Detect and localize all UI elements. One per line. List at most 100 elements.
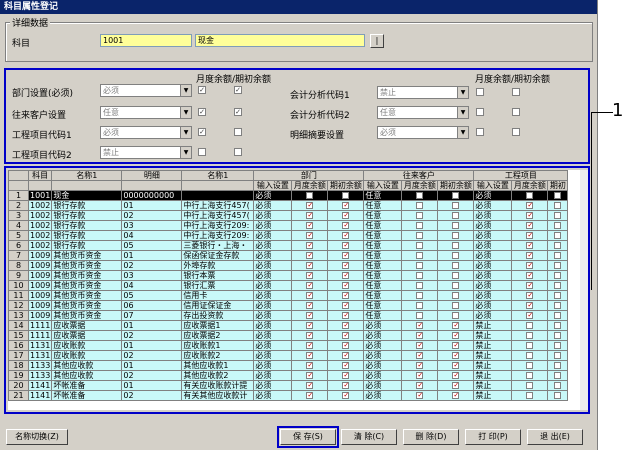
customer-input-cell[interactable]: 任意 [363,250,403,261]
detail-name-cell[interactable]: 信用证保证金 [181,300,255,311]
grid-checkbox[interactable]: ✓ [526,281,534,289]
dept-monthly-cell[interactable]: ✓ [291,380,329,391]
dept-input-cell[interactable]: 必须 [253,190,293,201]
table-row[interactable]: 7 1009 其他货币资金 01 保函保证金存款 必须 ✓ ✓ 任意 必须 ✓ [8,250,569,261]
grid-checkbox[interactable] [554,351,562,359]
dept-input-cell[interactable]: 必须 [253,270,293,281]
subject-code-cell[interactable]: 1009 [27,270,53,281]
summary-setting-select[interactable]: 必须 ▼ [377,126,469,139]
customer-input-cell[interactable]: 必须 [363,350,403,361]
subject-name-cell[interactable]: 其他货币资金 [51,260,123,271]
grid-checkbox[interactable]: ✓ [452,331,460,339]
subject-name-cell[interactable]: 银行存款 [51,240,123,251]
grid-checkbox[interactable]: ✓ [306,251,314,259]
table-row[interactable]: 6 1002 银行存款 05 三菱银行・上海・ 必须 ✓ ✓ 任意 必须 ✓ [8,240,569,251]
customer-monthly-cell[interactable] [401,310,439,321]
detail-code-cell[interactable]: 02 [121,210,183,221]
customer-monthly-cell[interactable]: ✓ [401,330,439,341]
table-row[interactable]: 5 1002 银行存款 04 中行上海支行209: 必须 ✓ ✓ 任意 必须 ✓ [8,230,569,241]
dept-opening-cell[interactable]: ✓ [327,280,365,291]
project-opening-cell[interactable] [547,290,569,301]
detail-name-cell[interactable]: 其他应收款1 [181,360,255,371]
project-opening-cell[interactable] [547,250,569,261]
grid-checkbox[interactable]: ✓ [416,361,424,369]
customer-opening-cell[interactable]: ✓ [437,360,475,371]
dept-input-cell[interactable]: 必须 [253,240,293,251]
grid-checkbox[interactable] [526,351,534,359]
dept-opening-cell[interactable]: ✓ [327,350,365,361]
subject-name-cell[interactable]: 银行存款 [51,210,123,221]
dept-input-cell[interactable]: 必须 [253,340,293,351]
subject-name-cell[interactable]: 其他货币资金 [51,250,123,261]
grid-checkbox[interactable]: ✓ [306,301,314,309]
row-number[interactable]: 6 [8,240,29,251]
grid-checkbox[interactable]: ✓ [342,221,350,229]
grid-checkbox[interactable] [452,241,460,249]
grid-checkbox[interactable]: ✓ [306,311,314,319]
dept-input-cell[interactable]: 必须 [253,390,293,401]
project-monthly-cell[interactable]: ✓ [511,290,549,301]
grid-checkbox[interactable] [554,371,562,379]
project-opening-cell[interactable] [547,220,569,231]
row-number[interactable]: 7 [8,250,29,261]
subject-code-cell[interactable]: 1002 [27,220,53,231]
detail-code-cell[interactable]: 01 [121,380,183,391]
dept-input-cell[interactable]: 必须 [253,230,293,241]
table-row[interactable]: 4 1002 银行存款 03 中行上海支行209: 必须 ✓ ✓ 任意 必须 ✓ [8,220,569,231]
grid-checkbox[interactable] [452,251,460,259]
detail-name-cell[interactable]: 三菱银行・上海・ [181,240,255,251]
grid-checkbox[interactable] [416,311,424,319]
analysis1-opening-checkbox[interactable] [512,88,520,96]
grid-checkbox[interactable]: ✓ [416,371,424,379]
customer-opening-cell[interactable] [437,310,475,321]
grid-checkbox[interactable]: ✓ [452,351,460,359]
project-opening-cell[interactable] [547,330,569,341]
grid-checkbox[interactable]: ✓ [342,391,350,399]
subject-name-cell[interactable]: 其他货币资金 [51,290,123,301]
grid-checkbox[interactable]: ✓ [342,311,350,319]
dept-opening-cell[interactable]: ✓ [327,230,365,241]
project-opening-cell[interactable] [547,380,569,391]
detail-name-cell[interactable]: 应收账款2 [181,350,255,361]
table-row[interactable]: 15 1111 应收票据 02 应收票据2 必须 ✓ ✓ 必须 ✓ ✓ 禁止 [8,330,569,341]
project-monthly-cell[interactable]: ✓ [511,240,549,251]
customer-opening-cell[interactable] [437,220,475,231]
table-row[interactable]: 20 1141 坏帐准备 01 有关应收账款计提 必须 ✓ ✓ 必须 ✓ ✓ 禁止 [8,380,569,391]
grid-checkbox[interactable]: ✓ [342,261,350,269]
grid-checkbox[interactable]: ✓ [452,361,460,369]
grid-checkbox[interactable]: ✓ [416,341,424,349]
dept-input-cell[interactable]: 必须 [253,330,293,341]
dept-opening-cell[interactable]: ✓ [327,320,365,331]
grid-checkbox[interactable] [526,371,534,379]
print-button[interactable]: 打 印(P) [465,429,521,445]
grid-checkbox[interactable]: ✓ [306,291,314,299]
grid-checkbox[interactable]: ✓ [306,201,314,209]
subject-code-cell[interactable]: 1009 [27,290,53,301]
project-monthly-cell[interactable]: ✓ [511,230,549,241]
grid-checkbox[interactable] [554,271,562,279]
grid-checkbox[interactable] [554,341,562,349]
subject-code-cell[interactable]: 1009 [27,250,53,261]
customer-input-cell[interactable]: 任意 [363,270,403,281]
dept-opening-cell[interactable]: ✓ [327,240,365,251]
dept-opening-cell[interactable]: ✓ [327,260,365,271]
dept-input-cell[interactable]: 必须 [253,360,293,371]
detail-name-cell[interactable]: 中行上海支行457( [181,210,255,221]
grid-checkbox[interactable] [452,311,460,319]
project-monthly-cell[interactable] [511,190,549,201]
subject-code-cell[interactable]: 1002 [27,210,53,221]
dept-monthly-checkbox[interactable]: ✓ [198,86,206,94]
subject-grid[interactable]: 科目 名称1 明细 名称1 部门 往来客户 工程项目 输入设置 月度余额 期初余… [8,170,588,410]
detail-name-cell[interactable]: 应收票据1 [181,320,255,331]
customer-input-cell[interactable]: 任意 [363,210,403,221]
customer-monthly-cell[interactable] [401,270,439,281]
dept-opening-checkbox[interactable]: ✓ [234,86,242,94]
grid-checkbox[interactable] [416,281,424,289]
grid-checkbox[interactable]: ✓ [416,351,424,359]
project-monthly-cell[interactable]: ✓ [511,310,549,321]
grid-checkbox[interactable] [554,281,562,289]
grid-checkbox[interactable]: ✓ [306,361,314,369]
grid-checkbox[interactable] [526,361,534,369]
detail-code-cell[interactable]: 01 [121,320,183,331]
customer-opening-cell[interactable]: ✓ [437,390,475,401]
